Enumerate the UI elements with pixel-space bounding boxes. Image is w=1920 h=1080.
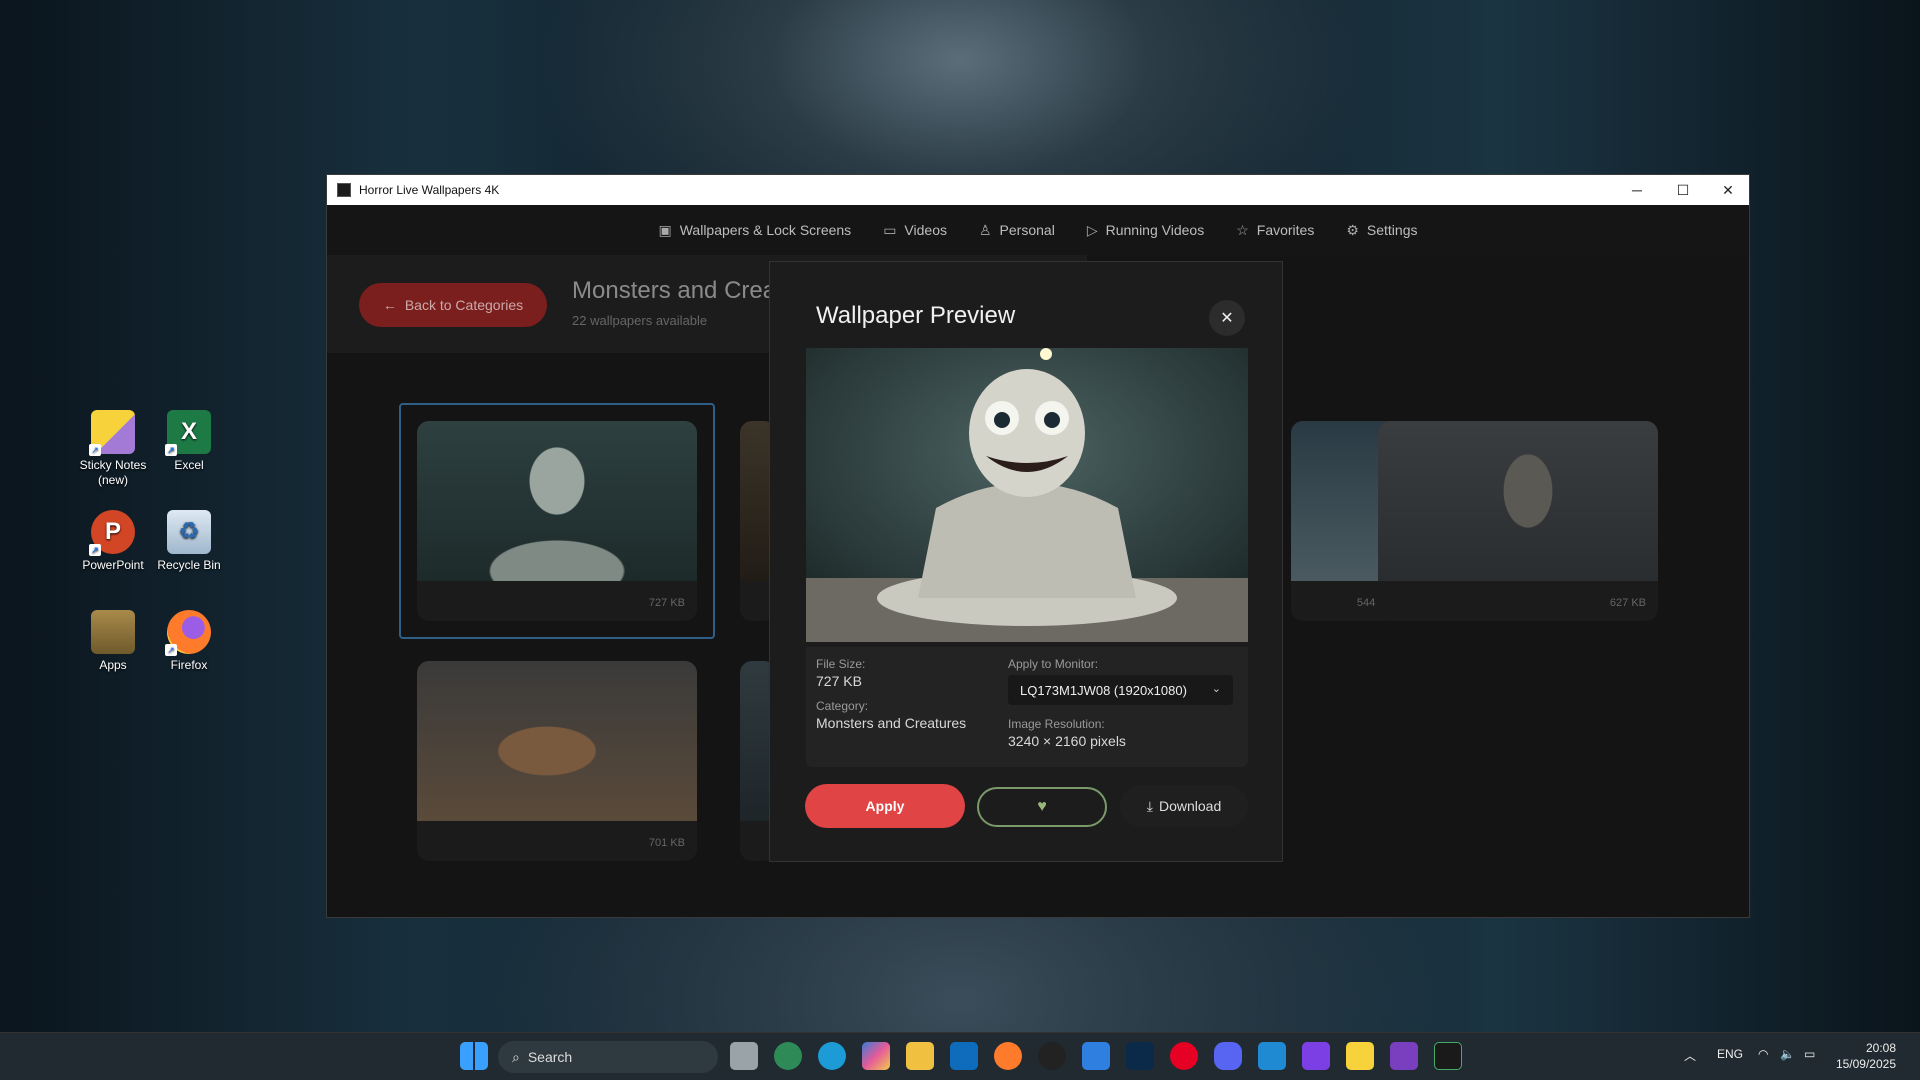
category-value: Monsters and Creatures bbox=[816, 715, 967, 731]
creature-illustration bbox=[806, 348, 1248, 642]
video-icon: ▭ bbox=[883, 221, 897, 238]
firefox-icon: ↗ bbox=[165, 610, 211, 656]
desktop-icon-excel[interactable]: X ↗ Excel bbox=[151, 410, 227, 473]
app-icon-violet[interactable] bbox=[1302, 1042, 1330, 1070]
file-size-label: 701 KB bbox=[648, 837, 685, 849]
chevron-down-icon: ⌄ bbox=[1211, 683, 1221, 695]
clock[interactable]: 20:08 15/09/2025 bbox=[1836, 1040, 1896, 1072]
desktop-icon-recycle-bin[interactable]: ♻ Recycle Bin bbox=[151, 510, 227, 573]
wallpaper-thumbnail bbox=[417, 421, 697, 581]
close-button[interactable]: ✕ bbox=[1705, 175, 1751, 205]
image-icon: ▣ bbox=[658, 221, 672, 238]
file-explorer-icon[interactable] bbox=[906, 1042, 934, 1070]
visual-studio-icon[interactable] bbox=[1390, 1042, 1418, 1070]
monitor-select[interactable]: LQ173M1JW08 (1920x1080) ⌄ bbox=[1008, 675, 1233, 705]
resolution-value: 3240 × 2160 pixels bbox=[1008, 733, 1126, 749]
heart-icon: ♥ bbox=[1037, 798, 1047, 815]
app-icon-purple[interactable] bbox=[1038, 1042, 1066, 1070]
battery-icon[interactable]: ▭ bbox=[1804, 1047, 1815, 1061]
wifi-icon[interactable]: ◠ bbox=[1758, 1047, 1768, 1061]
wallpaper-card[interactable]: 701 KB bbox=[417, 661, 697, 861]
photoshop-icon[interactable] bbox=[1126, 1042, 1154, 1070]
file-size-value: 727 KB bbox=[816, 673, 862, 689]
desktop-icon-sticky-notes[interactable]: ↗ Sticky Notes (new) bbox=[75, 410, 151, 488]
close-icon: ✕ bbox=[1220, 310, 1234, 327]
user-icon: ♙ bbox=[978, 221, 992, 238]
file-size-label: 627 KB bbox=[1609, 597, 1646, 609]
apply-button[interactable]: Apply bbox=[805, 784, 965, 828]
nav-favorites[interactable]: ☆ Favorites bbox=[1236, 222, 1314, 239]
arrow-left-icon: ← bbox=[382, 297, 397, 313]
sticky-notes-taskbar-icon[interactable] bbox=[1346, 1042, 1374, 1070]
edge-beta-icon[interactable] bbox=[774, 1042, 802, 1070]
favorite-button[interactable]: ♥ bbox=[977, 787, 1107, 827]
outlook-icon[interactable] bbox=[950, 1042, 978, 1070]
monitor-label: Apply to Monitor: bbox=[1008, 657, 1099, 671]
copilot-icon[interactable] bbox=[862, 1042, 890, 1070]
nav-running-videos[interactable]: ▷ Running Videos bbox=[1087, 222, 1204, 239]
download-button[interactable]: ⤓ Download bbox=[1120, 785, 1248, 827]
desktop-icon-firefox[interactable]: ↗ Firefox bbox=[151, 610, 227, 673]
nav-videos[interactable]: ▭ Videos bbox=[883, 222, 947, 239]
horror-wallpapers-app-icon[interactable] bbox=[1434, 1042, 1462, 1070]
discord-icon[interactable] bbox=[1214, 1042, 1242, 1070]
dialog-title: Wallpaper Preview bbox=[816, 302, 1016, 329]
search-icon: ⌕ bbox=[512, 1048, 520, 1065]
file-size-label: 727 KB bbox=[648, 597, 685, 609]
minimize-button[interactable]: ─ bbox=[1614, 175, 1660, 205]
category-label: Category: bbox=[816, 699, 869, 713]
resolution-label: Image Resolution: bbox=[1008, 717, 1105, 731]
start-icon[interactable] bbox=[460, 1042, 488, 1070]
wallpaper-card[interactable]: 727 KB bbox=[417, 421, 697, 621]
category-subtitle: 22 wallpapers available bbox=[572, 313, 708, 328]
nav-wallpapers[interactable]: ▣ Wallpapers & Lock Screens bbox=[659, 222, 852, 239]
star-icon: ☆ bbox=[1236, 221, 1249, 238]
wallpaper-preview-dialog: Wallpaper Preview ✕ File Size: 727 KB Ca… bbox=[769, 261, 1283, 862]
category-title: Monsters and Creatures bbox=[572, 277, 772, 304]
wallpaper-thumbnail bbox=[1378, 421, 1658, 581]
app-icon bbox=[337, 183, 351, 197]
download-icon: ⤓ bbox=[1146, 797, 1153, 814]
title-bar: Horror Live Wallpapers 4K ─ ☐ ✕ bbox=[327, 175, 1749, 205]
taskbar-search[interactable]: ⌕ Search bbox=[498, 1041, 718, 1073]
gear-icon: ⚙ bbox=[1346, 221, 1359, 238]
pinterest-icon[interactable] bbox=[1170, 1042, 1198, 1070]
show-hidden-icons[interactable]: ︿ bbox=[1684, 1047, 1696, 1064]
powerpoint-icon: P ↗ bbox=[89, 510, 135, 556]
taskbar: ⌕ Search ︿ ENG ◠ 🔈 ▭ 20:08 15/09/2025 bbox=[0, 1032, 1920, 1080]
file-size-label: File Size: bbox=[816, 657, 866, 671]
maximize-button[interactable]: ☐ bbox=[1660, 175, 1706, 205]
excel-icon: X ↗ bbox=[165, 410, 211, 456]
desktop-icon-powerpoint[interactable]: P ↗ PowerPoint bbox=[75, 510, 151, 573]
edge-icon[interactable] bbox=[818, 1042, 846, 1070]
wallpaper-preview-image bbox=[806, 348, 1248, 642]
wallpaper-thumbnail bbox=[417, 661, 697, 821]
window-title: Horror Live Wallpapers 4K bbox=[359, 183, 500, 197]
play-icon: ▷ bbox=[1086, 221, 1098, 238]
wallpaper-card[interactable]: 627 KB bbox=[1378, 421, 1658, 621]
nav-settings[interactable]: ⚙ Settings bbox=[1346, 222, 1417, 239]
nav-personal[interactable]: ♙ Personal bbox=[979, 222, 1055, 239]
sticky-notes-icon: ↗ bbox=[89, 410, 135, 456]
wallpaper-info-panel: File Size: 727 KB Category: Monsters and… bbox=[806, 647, 1248, 767]
main-nav: ▣ Wallpapers & Lock Screens ▭ Videos ♙ Pers… bbox=[327, 205, 1749, 255]
vscode-icon[interactable] bbox=[1258, 1042, 1286, 1070]
firefox-taskbar-icon[interactable] bbox=[994, 1042, 1022, 1070]
desktop-icon-apps[interactable]: Apps bbox=[75, 610, 151, 673]
back-to-categories-button[interactable]: ← Back to Categories bbox=[359, 283, 547, 327]
volume-icon[interactable]: 🔈 bbox=[1780, 1047, 1795, 1061]
dialog-close-button[interactable]: ✕ bbox=[1209, 300, 1245, 336]
language-indicator[interactable]: ENG bbox=[1717, 1047, 1743, 1061]
folder-icon bbox=[91, 610, 135, 654]
recycle-bin-icon: ♻ bbox=[167, 510, 211, 554]
todo-icon[interactable] bbox=[1082, 1042, 1110, 1070]
task-view-icon[interactable] bbox=[730, 1042, 758, 1070]
